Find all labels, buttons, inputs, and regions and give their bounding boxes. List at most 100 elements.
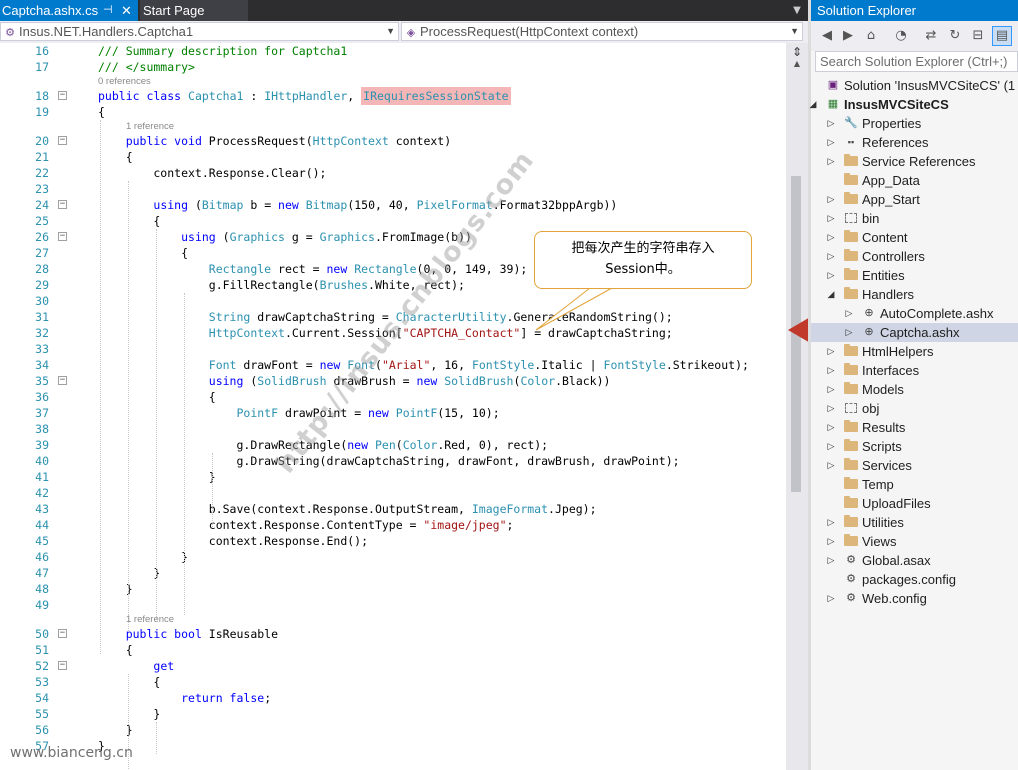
tree-item[interactable]: ▷ Models xyxy=(811,380,1018,399)
collapsed-arrow-icon[interactable]: ▷ xyxy=(826,532,836,551)
collapsed-arrow-icon[interactable]: ▷ xyxy=(826,513,836,532)
code-line[interactable]: 20− public void ProcessRequest(HttpConte… xyxy=(0,133,786,149)
code-line[interactable]: 50− public bool IsReusable xyxy=(0,626,786,642)
tree-item[interactable]: ▷ ⚙ Web.config xyxy=(811,589,1018,608)
collapse-region-icon[interactable]: − xyxy=(58,376,67,385)
split-window-icon[interactable]: ⇕ xyxy=(790,45,804,59)
code-line[interactable]: 25 { xyxy=(0,213,786,229)
tree-item[interactable]: UploadFiles xyxy=(811,494,1018,513)
code-line[interactable]: 24− using (Bitmap b = new Bitmap(150, 40… xyxy=(0,197,786,213)
collapsed-arrow-icon[interactable]: ▷ xyxy=(826,342,836,361)
tree-item[interactable]: ▣ Solution 'InsusMVCSiteCS' (1 project) xyxy=(811,76,1018,95)
code-line[interactable]: 51 { xyxy=(0,642,786,658)
tab-list-dropdown-icon[interactable]: ▼ xyxy=(790,4,804,18)
pin-icon[interactable]: ⊣ xyxy=(103,0,113,21)
tree-item[interactable]: ▷ bin xyxy=(811,209,1018,228)
collapsed-arrow-icon[interactable]: ▷ xyxy=(826,589,836,608)
forward-icon[interactable]: ▶ xyxy=(838,26,858,46)
tree-item[interactable]: ▷ Results xyxy=(811,418,1018,437)
collapsed-arrow-icon[interactable]: ▷ xyxy=(826,209,836,228)
code-line[interactable]: 34 Font drawFont = new Font("Arial", 16,… xyxy=(0,357,786,373)
collapsed-arrow-icon[interactable]: ▷ xyxy=(826,551,836,570)
collapse-region-icon[interactable]: − xyxy=(58,629,67,638)
tree-item[interactable]: ▷ 🔧 Properties xyxy=(811,114,1018,133)
tree-item[interactable]: ◢ Handlers xyxy=(811,285,1018,304)
collapsed-arrow-icon[interactable]: ▷ xyxy=(826,228,836,247)
code-line[interactable]: 43 b.Save(context.Response.OutputStream,… xyxy=(0,501,786,517)
code-line[interactable]: 54 return false; xyxy=(0,690,786,706)
code-line[interactable]: 17 /// </summary> xyxy=(0,59,786,75)
code-line[interactable]: 53 { xyxy=(0,674,786,690)
tree-item[interactable]: ▷ Entities xyxy=(811,266,1018,285)
member-dropdown[interactable]: ◈ ProcessRequest(HttpContext context) ▼ xyxy=(401,22,803,41)
scroll-up-icon[interactable]: ▲ xyxy=(792,59,802,69)
collapsed-arrow-icon[interactable]: ▷ xyxy=(826,152,836,171)
expanded-arrow-icon[interactable]: ◢ xyxy=(808,95,818,114)
tree-item[interactable]: ▷ ⊕ Captcha.ashx xyxy=(811,323,1018,342)
collapse-region-icon[interactable]: − xyxy=(58,91,67,100)
code-line[interactable]: 52− get xyxy=(0,658,786,674)
tree-item[interactable]: ▷ Controllers xyxy=(811,247,1018,266)
collapsed-arrow-icon[interactable]: ▷ xyxy=(826,266,836,285)
collapsed-arrow-icon[interactable]: ▷ xyxy=(844,304,854,323)
code-line[interactable]: 16 /// Summary description for Captcha1 xyxy=(0,43,786,59)
tree-item[interactable]: ▷ ⊕ AutoComplete.ashx xyxy=(811,304,1018,323)
codelens-class-references[interactable]: 0 references xyxy=(98,76,151,88)
code-line[interactable]: 36 { xyxy=(0,389,786,405)
collapse-region-icon[interactable]: − xyxy=(58,136,67,145)
collapse-region-icon[interactable]: − xyxy=(58,232,67,241)
tree-item[interactable]: App_Data xyxy=(811,171,1018,190)
collapsed-arrow-icon[interactable]: ▷ xyxy=(826,399,836,418)
tree-item[interactable]: ▷ ⚙ Global.asax xyxy=(811,551,1018,570)
tree-item[interactable]: ▷ Content xyxy=(811,228,1018,247)
home-icon[interactable]: ⌂ xyxy=(861,26,881,46)
collapse-all-icon[interactable]: ⊟ xyxy=(968,26,988,46)
sync-icon[interactable]: ⇄ xyxy=(921,26,941,46)
collapsed-arrow-icon[interactable]: ▷ xyxy=(826,456,836,475)
code-line[interactable]: 21 { xyxy=(0,149,786,165)
code-line[interactable]: 55 } xyxy=(0,706,786,722)
code-line[interactable]: 22 context.Response.Clear(); xyxy=(0,165,786,181)
refresh-icon[interactable]: ↻ xyxy=(945,26,965,46)
code-line[interactable]: 18− public class Captcha1 : IHttpHandler,… xyxy=(0,87,786,105)
pending-changes-icon[interactable]: ◔ xyxy=(891,26,911,46)
code-line[interactable]: 39 g.DrawRectangle(new Pen(Color.Red, 0)… xyxy=(0,437,786,453)
tree-item[interactable]: ▷ Service References xyxy=(811,152,1018,171)
collapsed-arrow-icon[interactable]: ▷ xyxy=(826,380,836,399)
code-line[interactable]: 48 } xyxy=(0,581,786,597)
code-line[interactable]: 44 context.Response.ContentType = "image… xyxy=(0,517,786,533)
code-line[interactable]: 42 xyxy=(0,485,786,501)
tree-item[interactable]: ▷ Views xyxy=(811,532,1018,551)
collapse-region-icon[interactable]: − xyxy=(58,200,67,209)
code-line[interactable]: 37 PointF drawPoint = new PointF(15, 10)… xyxy=(0,405,786,421)
code-line[interactable]: 47 } xyxy=(0,565,786,581)
collapsed-arrow-icon[interactable]: ▷ xyxy=(844,323,854,342)
tree-item[interactable]: ◢ ▦ InsusMVCSiteCS xyxy=(808,95,1018,114)
expanded-arrow-icon[interactable]: ◢ xyxy=(826,285,836,304)
collapsed-arrow-icon[interactable]: ▷ xyxy=(826,418,836,437)
close-icon[interactable]: ✕ xyxy=(121,0,132,21)
tree-item[interactable]: ▷ ▪▪ References xyxy=(811,133,1018,152)
tree-item[interactable]: ▷ HtmlHelpers xyxy=(811,342,1018,361)
tree-item[interactable]: ▷ App_Start xyxy=(811,190,1018,209)
collapsed-arrow-icon[interactable]: ▷ xyxy=(826,190,836,209)
collapsed-arrow-icon[interactable]: ▷ xyxy=(826,361,836,380)
tree-item[interactable]: Temp xyxy=(811,475,1018,494)
code-line[interactable]: 35− using (SolidBrush drawBrush = new So… xyxy=(0,373,786,389)
tree-item[interactable]: ▷ Scripts xyxy=(811,437,1018,456)
codelens-processrequest-references[interactable]: 1 reference xyxy=(126,121,174,133)
code-line[interactable]: 40 g.DrawString(drawCaptchaString, drawF… xyxy=(0,453,786,469)
code-line[interactable]: 41 } xyxy=(0,469,786,485)
tab-start-page[interactable]: Start Page xyxy=(140,0,248,21)
class-dropdown[interactable]: ⚙ Insus.NET.Handlers.Captcha1 ▼ xyxy=(0,22,399,41)
collapsed-arrow-icon[interactable]: ▷ xyxy=(826,133,836,152)
tree-item[interactable]: ▷ Interfaces xyxy=(811,361,1018,380)
tree-item[interactable]: ▷ Utilities xyxy=(811,513,1018,532)
codelens-isreusable-references[interactable]: 1 reference xyxy=(126,614,174,626)
collapsed-arrow-icon[interactable]: ▷ xyxy=(826,247,836,266)
code-line[interactable]: 19 { xyxy=(0,104,786,120)
editor-vertical-scrollbar[interactable]: ⇕ ▲ xyxy=(786,43,808,770)
code-line[interactable]: 46 } xyxy=(0,549,786,565)
code-editor[interactable]: 16/// Summary description for Captcha1 17… xyxy=(0,43,786,770)
tree-item[interactable]: ▷ obj xyxy=(811,399,1018,418)
